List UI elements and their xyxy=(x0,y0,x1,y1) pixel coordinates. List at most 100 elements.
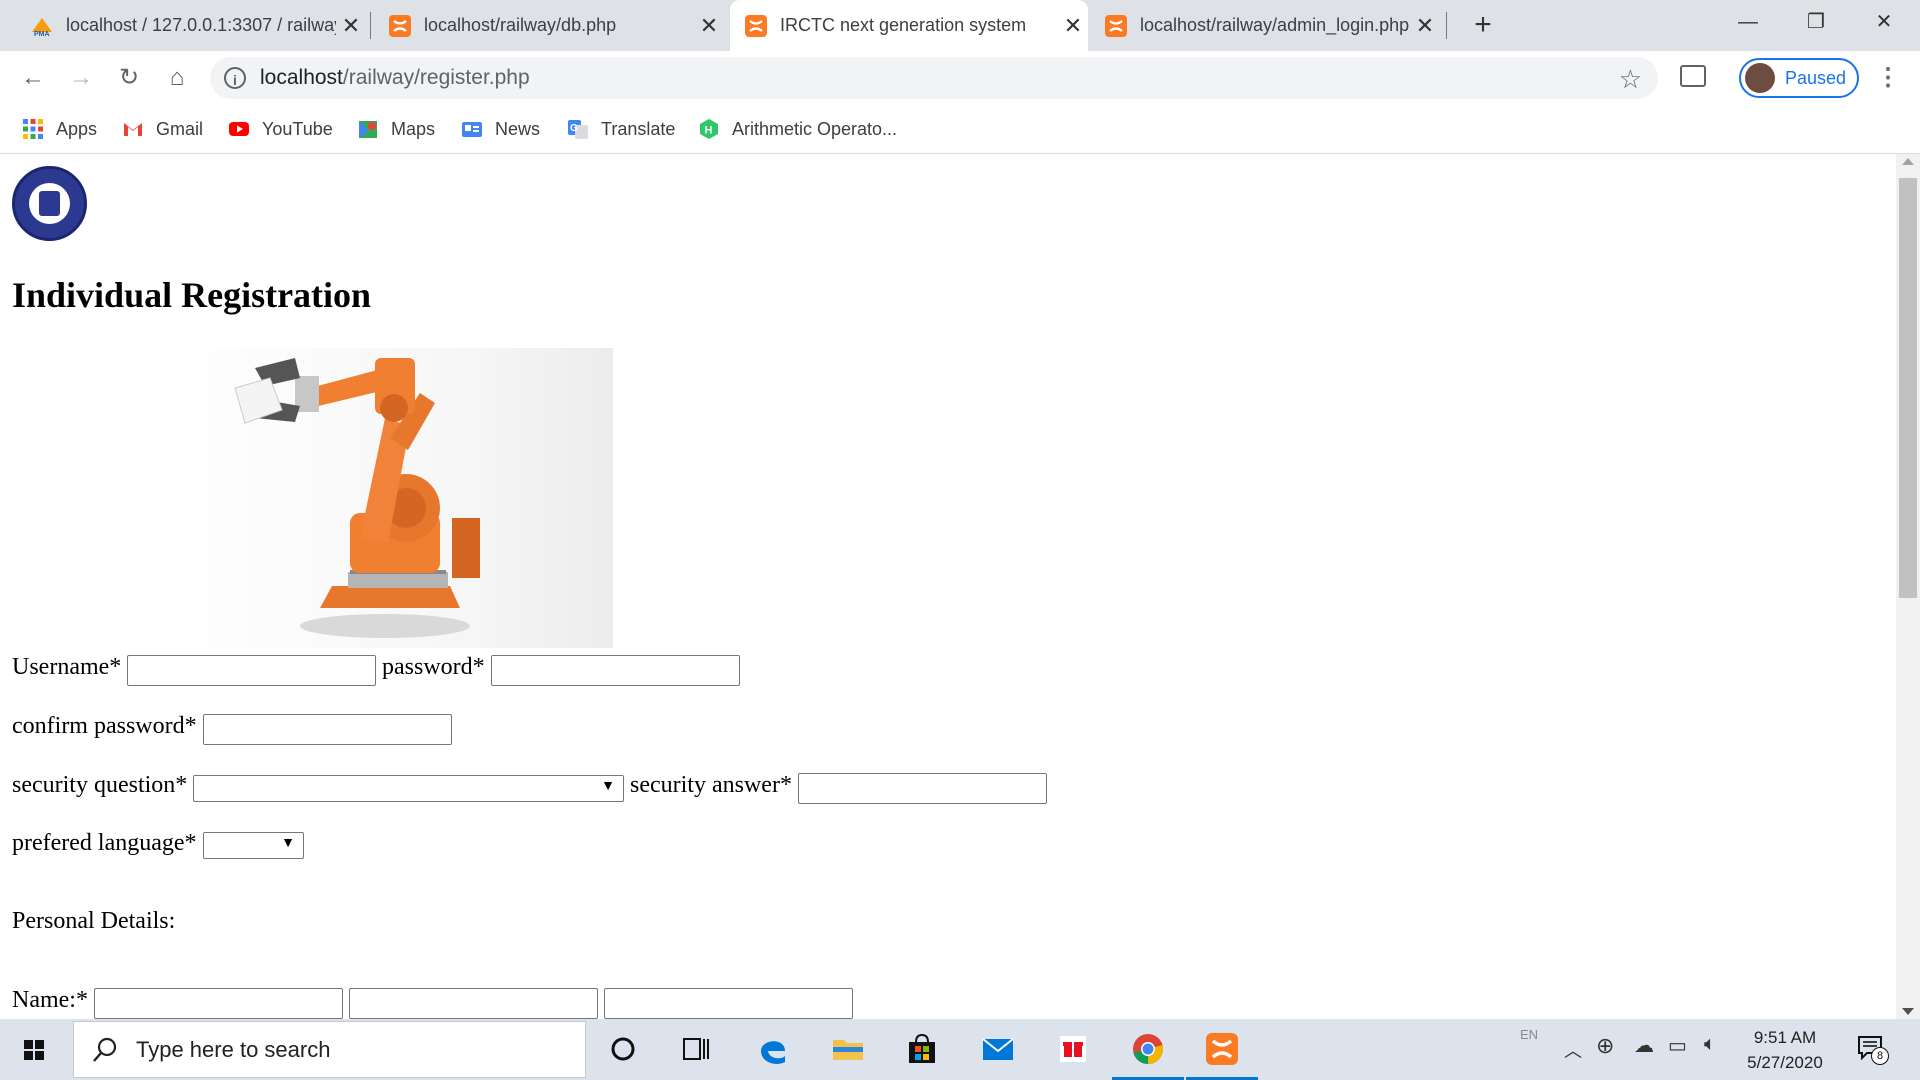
confirm-password-field[interactable] xyxy=(203,714,452,745)
svg-text:PMA: PMA xyxy=(34,31,50,38)
hackerrank-icon: H xyxy=(700,119,718,139)
windows-start-icon[interactable] xyxy=(14,1033,54,1067)
bookmark-apps[interactable]: Apps xyxy=(22,115,97,143)
forward-arrow-icon[interactable]: → xyxy=(66,63,96,93)
bookmark-gmail[interactable]: Gmail xyxy=(122,115,203,143)
apps-grid-icon xyxy=(23,119,43,139)
bookmark-arithmetic[interactable]: H Arithmetic Operato... xyxy=(698,115,897,143)
bookmark-youtube[interactable]: YouTube xyxy=(228,115,333,143)
security-question-label: security question* xyxy=(12,772,188,798)
back-arrow-icon[interactable]: ← xyxy=(18,63,48,93)
translate-icon: G xyxy=(568,120,588,139)
middle-name-field[interactable] xyxy=(349,988,598,1019)
language-indicator[interactable]: EN xyxy=(1520,1027,1538,1042)
preferred-language-select[interactable]: ▼ xyxy=(203,832,304,859)
restore-button[interactable]: ❐ xyxy=(1788,0,1844,44)
dropdown-arrow-icon: ▼ xyxy=(601,779,615,794)
scroll-up-icon[interactable] xyxy=(1902,158,1914,165)
mail-icon[interactable] xyxy=(980,1031,1016,1067)
youtube-icon xyxy=(229,122,249,136)
logo-emblem xyxy=(39,191,60,216)
bookmark-label: YouTube xyxy=(262,118,333,139)
system-clock[interactable]: 9:51 AM 5/27/2020 xyxy=(1735,1025,1835,1075)
tab-title: localhost / 127.0.0.1:3307 / railway xyxy=(66,15,336,35)
page-title: Individual Registration xyxy=(12,275,372,315)
password-label: password* xyxy=(382,654,485,680)
reload-icon[interactable]: ↻ xyxy=(114,63,144,93)
vertical-scrollbar[interactable] xyxy=(1896,154,1920,1019)
menu-icon[interactable]: ⋮ xyxy=(1876,65,1900,91)
clock-date: 5/27/2020 xyxy=(1747,1053,1823,1072)
xampp-icon[interactable] xyxy=(1204,1031,1240,1067)
close-tab-icon[interactable]: ✕ xyxy=(336,13,366,39)
notification-center-icon[interactable]: 8 xyxy=(1857,1035,1889,1065)
bookmark-translate[interactable]: G Translate xyxy=(567,115,675,143)
page-content: Individual Registration Username* passwo… xyxy=(0,154,1896,1019)
taskbar-search-box[interactable]: Type here to search xyxy=(73,1021,586,1078)
notification-badge: 8 xyxy=(1871,1047,1889,1065)
tab-db[interactable]: localhost/railway/db.php ✕ xyxy=(374,0,724,51)
minimize-button[interactable]: — xyxy=(1720,0,1776,44)
cortana-icon[interactable] xyxy=(605,1031,641,1067)
bookmark-star-icon[interactable]: ☆ xyxy=(1619,64,1642,95)
security-answer-field[interactable] xyxy=(798,773,1047,804)
phpmyadmin-icon: PMA xyxy=(32,17,52,38)
last-name-field[interactable] xyxy=(604,988,853,1019)
username-field[interactable] xyxy=(127,655,376,686)
new-tab-button[interactable]: + xyxy=(1464,6,1502,44)
battery-icon[interactable]: ▭ xyxy=(1668,1033,1687,1058)
name-label: Name:* xyxy=(12,987,88,1013)
personal-details-heading: Personal Details: xyxy=(12,908,176,934)
gmail-icon xyxy=(124,123,142,136)
task-view-icon[interactable] xyxy=(678,1031,714,1067)
chrome-icon[interactable] xyxy=(1130,1031,1166,1067)
tab-title: IRCTC next generation system xyxy=(780,15,1027,35)
gift-app-icon[interactable] xyxy=(1055,1031,1091,1067)
dropdown-arrow-icon: ▼ xyxy=(281,836,295,851)
tab-admin-login[interactable]: localhost/railway/admin_login.php ✕ xyxy=(1090,0,1440,51)
bookmark-label: Gmail xyxy=(156,118,204,139)
address-bar[interactable]: i localhost/railway/register.php ☆ xyxy=(210,57,1658,99)
tab-separator xyxy=(1446,12,1447,39)
tab-irctc[interactable]: IRCTC next generation system ✕ xyxy=(730,0,1088,51)
browser-toolbar: ← → ↻ ⌂ i localhost/railway/register.php… xyxy=(0,51,1920,105)
globe-icon[interactable]: ⊕ xyxy=(1596,1033,1614,1059)
bookmark-label: Arithmetic Operato... xyxy=(732,118,898,139)
svg-text:H: H xyxy=(705,125,713,137)
robot-arm-illustration xyxy=(234,358,480,638)
xampp-icon xyxy=(389,14,411,37)
close-tab-icon[interactable]: ✕ xyxy=(1410,13,1440,39)
microsoft-store-icon[interactable] xyxy=(904,1031,940,1067)
clock-time: 9:51 AM xyxy=(1753,1028,1817,1047)
security-answer-label: security answer* xyxy=(630,772,792,798)
robot-arm-image xyxy=(160,348,613,648)
info-icon[interactable]: i xyxy=(224,67,246,89)
tray-expand-icon[interactable]: ︿ xyxy=(1564,1037,1582,1063)
close-tab-icon[interactable]: ✕ xyxy=(1058,13,1088,39)
home-icon[interactable]: ⌂ xyxy=(162,63,192,93)
url-text: localhost/railway/register.php xyxy=(260,66,530,90)
onedrive-icon[interactable]: ☁ xyxy=(1634,1033,1654,1058)
scroll-thumb[interactable] xyxy=(1899,178,1917,598)
file-explorer-icon[interactable] xyxy=(830,1031,866,1067)
close-tab-icon[interactable]: ✕ xyxy=(694,13,724,39)
password-field[interactable] xyxy=(491,655,740,686)
bookmark-maps[interactable]: Maps xyxy=(357,115,435,143)
xampp-icon xyxy=(1105,14,1127,37)
close-window-button[interactable]: ✕ xyxy=(1856,0,1912,44)
bookmark-label: Apps xyxy=(56,118,98,139)
search-icon xyxy=(93,1037,117,1062)
security-question-select[interactable]: ▼ xyxy=(193,775,624,802)
bookmark-news[interactable]: News xyxy=(461,115,540,143)
scroll-down-icon[interactable] xyxy=(1902,1008,1914,1015)
search-placeholder: Type here to search xyxy=(136,1036,331,1062)
maps-icon xyxy=(359,121,377,138)
tab-phpmyadmin[interactable]: PMA localhost / 127.0.0.1:3307 / railway… xyxy=(16,0,366,51)
profile-button[interactable]: Paused xyxy=(1739,58,1859,98)
tab-title: localhost/railway/db.php xyxy=(424,15,617,35)
first-name-field[interactable] xyxy=(94,988,343,1019)
edge-icon[interactable] xyxy=(755,1031,791,1067)
tab-strip: PMA localhost / 127.0.0.1:3307 / railway… xyxy=(0,0,1920,51)
volume-icon[interactable]: 🔈︎ xyxy=(1704,1033,1716,1056)
cast-icon[interactable] xyxy=(1680,65,1706,87)
